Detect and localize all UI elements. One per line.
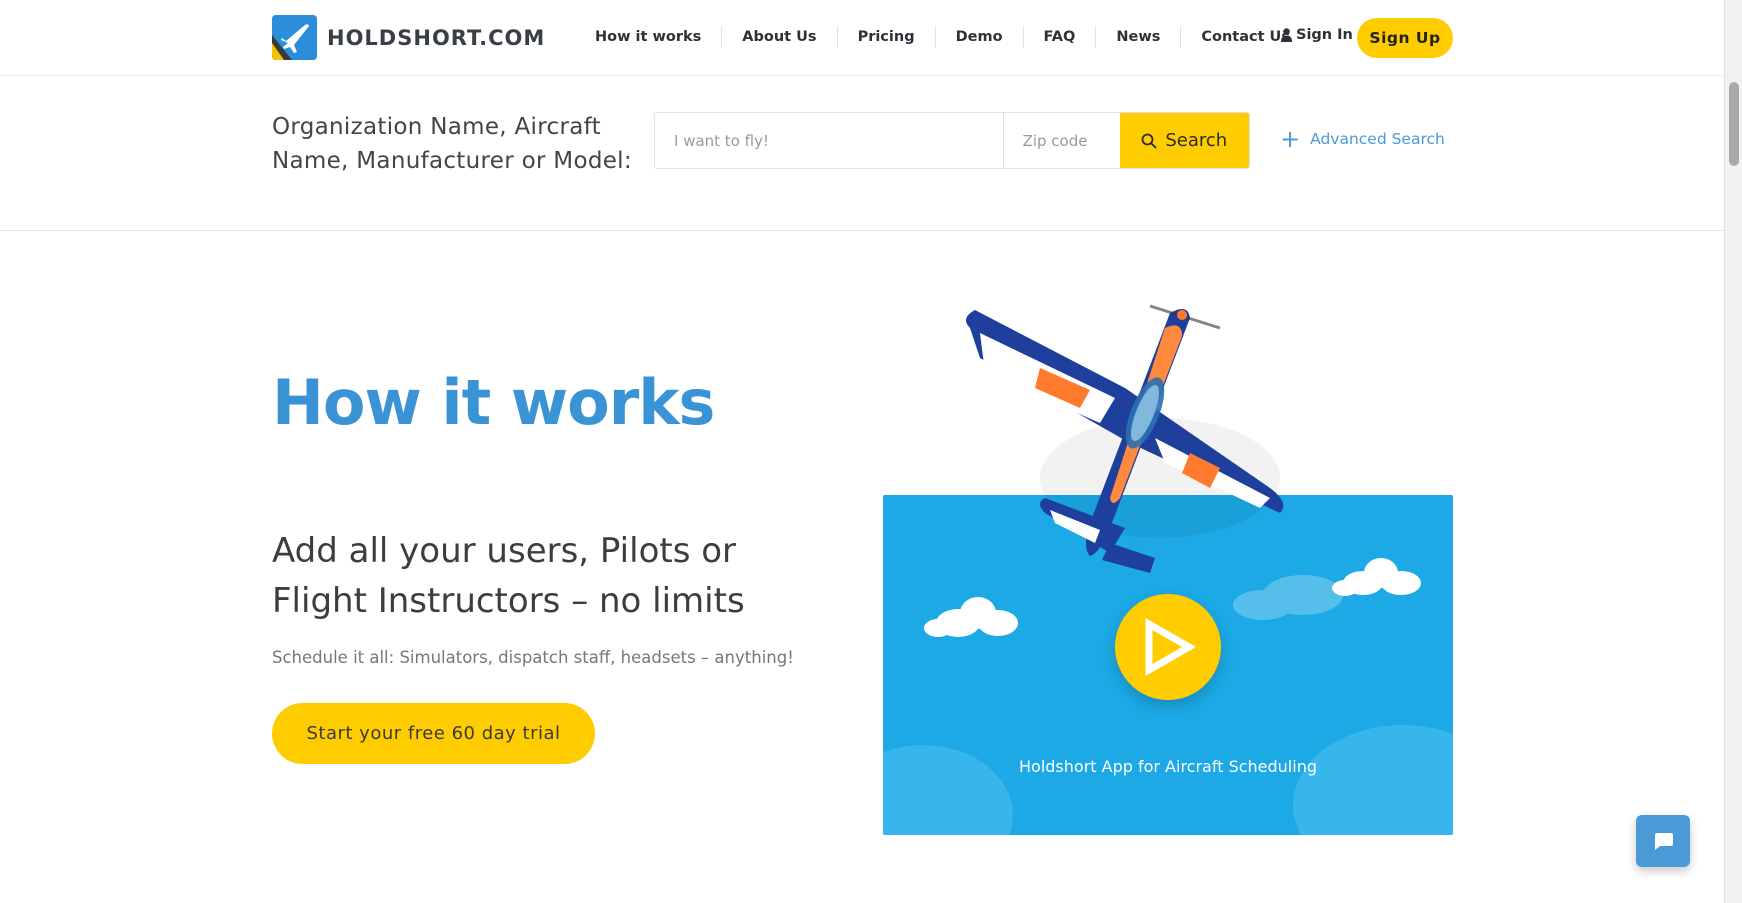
hero-subtitle: Add all your users, Pilots or Flight Ins… [272,531,745,621]
start-trial-button[interactable]: Start your free 60 day trial [272,703,595,764]
play-icon [1145,618,1195,676]
search-button-label: Search [1165,130,1228,151]
search-icon [1141,133,1157,148]
video-caption: Holdshort App for Aircraft Scheduling [1019,757,1317,776]
advanced-search-link[interactable]: + Advanced Search [1280,125,1445,153]
scrollbar-thumb[interactable] [1729,82,1739,166]
logo-plane-icon [272,15,317,60]
sign-up-button[interactable]: Sign Up [1357,18,1453,58]
site-header: HOLDSHORT.COM How it works About Us Pric… [0,0,1724,76]
plus-icon: + [1280,125,1301,153]
brand-name: HOLDSHORT.COM [327,25,546,50]
logo[interactable]: HOLDSHORT.COM [272,15,545,60]
chat-button[interactable] [1636,815,1690,867]
nav-pricing[interactable]: Pricing [836,26,935,48]
hero-description: Schedule it all: Simulators, dispatch st… [272,648,794,667]
nav-how-it-works[interactable]: How it works [575,26,721,48]
zip-code-input[interactable] [1003,113,1120,168]
main-nav: How it works About Us Pricing Demo FAQ N… [575,26,1310,48]
fly-search-input[interactable] [655,113,1004,168]
sign-in-label: Sign In [1296,27,1353,43]
search-button[interactable]: Search [1119,113,1249,168]
chat-icon [1655,833,1673,850]
play-button[interactable] [1115,594,1221,700]
page-title: How it works [272,366,715,439]
search-label: Organization Name, Aircraft Name, Manufa… [272,114,632,174]
sign-in-link[interactable]: Sign In [1281,27,1353,43]
user-icon [1281,28,1292,42]
search-section: Organization Name, Aircraft Name, Manufa… [0,77,1724,231]
advanced-search-label: Advanced Search [1310,130,1445,148]
search-form: Search [654,112,1250,169]
nav-demo[interactable]: Demo [934,26,1023,48]
nav-news[interactable]: News [1095,26,1180,48]
nav-about-us[interactable]: About Us [721,26,836,48]
nav-faq[interactable]: FAQ [1022,26,1096,48]
aircraft-illustration [966,304,1284,573]
page-scrollbar[interactable] [1724,0,1742,903]
